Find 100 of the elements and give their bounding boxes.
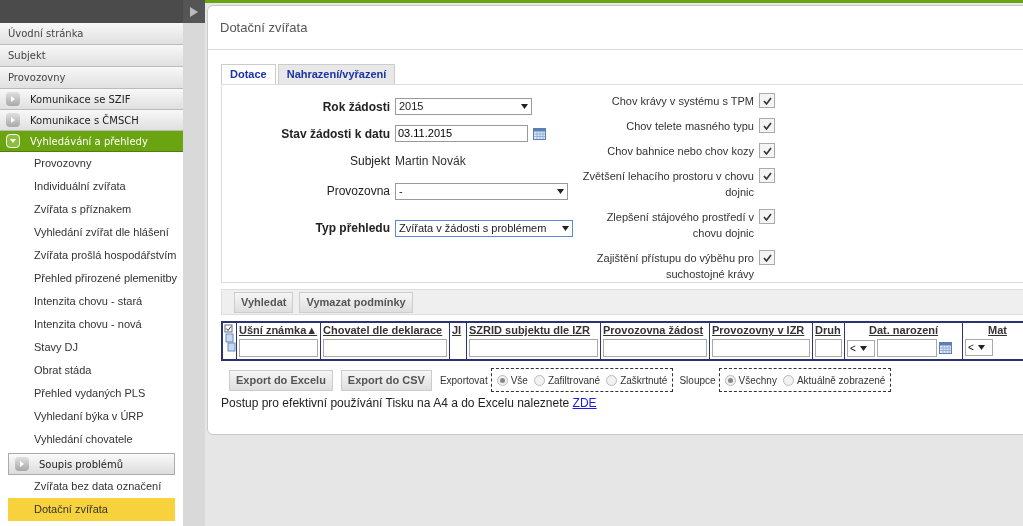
date-field[interactable]: 03.11.2015 xyxy=(395,125,528,142)
filter-field[interactable] xyxy=(603,339,707,357)
sidebar-item[interactable]: Úvodní stránka xyxy=(0,23,183,45)
sidebar-item[interactable]: Vyhledání chovatele xyxy=(8,428,175,451)
column-header[interactable]: Dat. narození xyxy=(868,323,939,338)
filter-field[interactable] xyxy=(877,339,937,357)
collapse-icon xyxy=(6,92,20,106)
checkbox[interactable] xyxy=(759,143,775,158)
sidebar-item[interactable]: Přehled vydaných PLS xyxy=(8,382,175,405)
checkmark-icon xyxy=(762,121,772,130)
caret-icon xyxy=(859,345,867,351)
collapse-icon xyxy=(15,457,29,471)
checkbox-label: Chov krávy v systému s TPM xyxy=(611,94,754,109)
field-label: Provozovna xyxy=(325,183,390,200)
column-header[interactable]: Provozovny v IZR xyxy=(712,323,805,338)
field-value: Martin Novák xyxy=(395,152,466,170)
filter-field[interactable] xyxy=(469,339,598,357)
sidebar-item[interactable]: Intenzita chovu - stará xyxy=(8,290,175,313)
checkbox[interactable] xyxy=(759,209,775,224)
checkmark-icon xyxy=(762,96,772,105)
radio-label: Aktuálně zobrazené xyxy=(796,373,886,388)
sidebar-group[interactable]: Soupis problémů xyxy=(8,453,175,475)
checkbox-label: Zajištění přístupu do výběhu pro suchostojné krávy xyxy=(595,251,754,282)
help-link[interactable]: ZDE xyxy=(572,396,597,410)
export-button[interactable]: Export do Excelu xyxy=(229,369,333,391)
radio-label: Vše xyxy=(510,373,528,388)
checkbox-label: Zvětšení lehacího prostoru v chovu dojnic xyxy=(581,169,754,200)
export-button[interactable]: Export do CSV xyxy=(340,369,432,391)
checkbox[interactable] xyxy=(759,118,775,133)
help-text: Postup pro efektivní používání Tisku na A4 a do Excelu naleznete xyxy=(221,396,570,410)
tab[interactable]: Nahrazení/vyřazení xyxy=(277,64,396,84)
column-header[interactable]: Chovatel dle deklarace xyxy=(323,323,443,338)
filter-field[interactable] xyxy=(323,339,447,357)
sidebar-group[interactable]: Komunikace se SZIF xyxy=(0,89,183,110)
sidebar-item[interactable]: Zvířata bez data označení xyxy=(8,475,175,498)
sidebar-item[interactable]: Obrat stáda xyxy=(8,359,175,382)
field-label: Subjekt xyxy=(348,152,390,170)
column-header[interactable]: JI xyxy=(452,323,462,338)
filter-field[interactable] xyxy=(239,339,318,357)
calendar-icon[interactable] xyxy=(533,127,546,140)
radio-button[interactable] xyxy=(496,374,508,386)
radio-button[interactable] xyxy=(782,374,794,386)
checkbox[interactable] xyxy=(759,250,775,265)
column-header[interactable]: Mat xyxy=(988,323,1007,338)
field-label: Stav žádosti k datu xyxy=(280,125,390,143)
sidebar-item[interactable]: Individuální zvířata xyxy=(8,175,175,198)
checkbox[interactable] xyxy=(759,168,775,183)
select-all-icon[interactable] xyxy=(223,324,236,354)
sidebar-item[interactable]: Stavy DJ xyxy=(8,336,175,359)
sidebar-group[interactable]: Komunikace s ČMSCH xyxy=(0,110,183,131)
checkmark-icon xyxy=(762,146,772,155)
radio-button[interactable] xyxy=(533,374,545,386)
radio-button[interactable] xyxy=(606,374,618,386)
checkbox-label: Chov bahnice nebo chov kozy xyxy=(607,144,754,159)
search-button[interactable]: Vymazat podmínky xyxy=(299,291,413,313)
expand-icon xyxy=(6,134,20,148)
column-header[interactable]: Provozovna žádost xyxy=(603,323,704,338)
sidebar-item[interactable]: Zvířata prošlá hospodářstvím xyxy=(8,244,175,267)
sidebar-item[interactable]: Zvířata s příznakem xyxy=(8,198,175,221)
sidebar-item[interactable]: Přehled přirozené plemenitby xyxy=(8,267,175,290)
dropdown[interactable]: - xyxy=(395,182,568,200)
column-header[interactable]: Druh xyxy=(815,323,841,338)
field-label: Rok žádosti xyxy=(321,98,390,116)
sidebar-item[interactable]: Subjekt xyxy=(0,45,183,67)
radio-button[interactable] xyxy=(724,374,736,386)
checkbox[interactable] xyxy=(759,93,775,108)
column-header[interactable]: Ušní známka▲ xyxy=(239,323,318,338)
search-button[interactable]: Vyhledat xyxy=(234,291,294,313)
checkmark-icon xyxy=(762,212,772,221)
group-label: Exportovat xyxy=(439,373,488,388)
sidebar-item[interactable]: Intenzita chovu - nová xyxy=(8,313,175,336)
page-title: Dotační zvířata xyxy=(220,18,308,37)
radio-label: Zaškrtnuté xyxy=(620,373,668,388)
sidebar-item[interactable]: Vyhledání zvířat dle hlášení xyxy=(8,221,175,244)
dropdown[interactable]: 2015 xyxy=(395,98,532,115)
operator-dropdown[interactable]: < xyxy=(847,339,875,357)
caret-icon xyxy=(562,225,569,231)
radio-label: Všechny xyxy=(738,373,777,388)
checkmark-icon xyxy=(762,253,772,262)
expand-arrow-icon[interactable] xyxy=(190,6,198,17)
checkmark-icon xyxy=(762,171,772,180)
group-label: Sloupce xyxy=(679,373,716,388)
collapse-icon xyxy=(6,113,20,127)
operator-dropdown[interactable]: < xyxy=(965,339,993,356)
checkbox-label: Chov telete masného typu xyxy=(626,119,754,134)
caret-icon xyxy=(977,345,985,350)
sidebar-item[interactable]: Dotační zvířata xyxy=(8,498,175,521)
checkbox-label: Zlepšení stájového prostředí v chovu dojnic xyxy=(605,210,754,241)
sidebar-item[interactable]: Provozovny xyxy=(8,152,175,175)
filter-field[interactable] xyxy=(815,339,842,357)
caret-icon xyxy=(557,188,564,194)
sidebar-item[interactable]: Provozovny xyxy=(0,67,183,89)
dropdown[interactable]: Zvířata v žádosti s problémem xyxy=(395,219,573,237)
radio-label: Zafiltrované xyxy=(547,373,601,388)
filter-field[interactable] xyxy=(712,339,810,357)
field-label: Typ přehledu xyxy=(314,220,390,237)
column-header[interactable]: SZRID subjektu dle IZR xyxy=(469,323,590,338)
calendar-icon[interactable] xyxy=(939,342,952,354)
tab[interactable]: Dotace xyxy=(221,64,276,84)
sidebar-item[interactable]: Vyhledaní býka v ÚRP xyxy=(8,405,175,428)
